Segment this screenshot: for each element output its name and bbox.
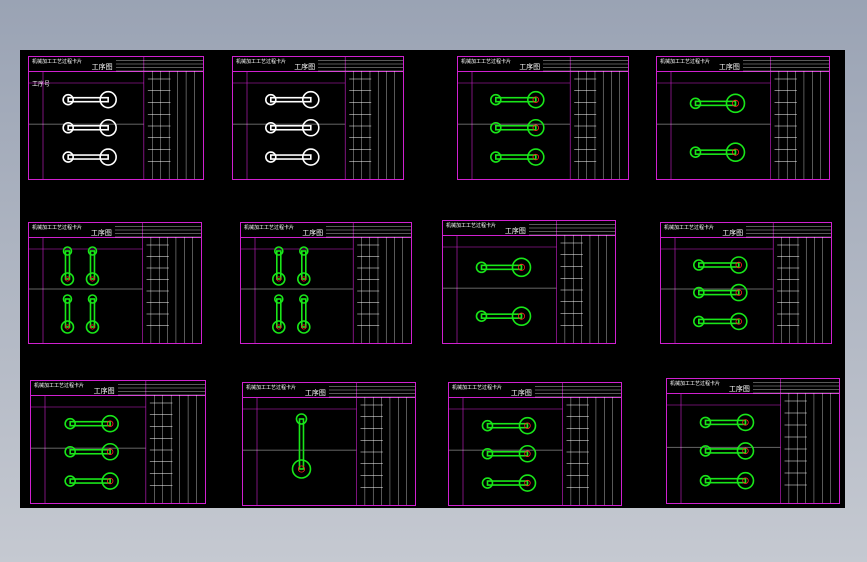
- connecting-rod-part: [62, 90, 117, 109]
- connecting-rod-part: [85, 294, 100, 334]
- drawing-sheet-3[interactable]: 机械加工工艺过程卡片 工序图: [457, 56, 629, 180]
- drawing-sheet-2[interactable]: 机械加工工艺过程卡片 工序图: [232, 56, 404, 180]
- sheet-linework: [29, 223, 201, 343]
- connecting-rod-part: [481, 416, 537, 435]
- connecting-rod-part: [62, 148, 117, 166]
- drawing-sheet-1[interactable]: 机械加工工艺过程卡片 工序图 工序号: [28, 56, 204, 180]
- connecting-rod-part: [60, 246, 75, 286]
- connecting-rod-part: [689, 142, 746, 162]
- connecting-rod-part: [489, 118, 545, 137]
- connecting-rod-part: [264, 90, 320, 109]
- sheet-linework: [458, 57, 628, 179]
- connecting-rod-part: [62, 118, 117, 137]
- connecting-rod-part: [85, 246, 100, 286]
- connecting-rod-part: [296, 294, 311, 334]
- connecting-rod-part: [64, 442, 119, 461]
- connecting-rod-part: [291, 413, 312, 479]
- connecting-rod-part: [475, 257, 532, 278]
- cad-viewport[interactable]: 机械加工工艺过程卡片 工序图 工序号 机械加工工艺过程卡片 工序图 机械加工工艺…: [20, 50, 845, 508]
- sheet-linework: [243, 383, 415, 505]
- connecting-rod-part: [296, 246, 311, 286]
- connecting-rod-part: [264, 148, 320, 166]
- sheet-linework: [29, 57, 203, 179]
- connecting-rod-part: [692, 312, 748, 331]
- connecting-rod-part: [489, 90, 545, 109]
- drawing-sheet-8[interactable]: 机械加工工艺过程卡片 工序图: [660, 222, 832, 344]
- drawing-sheet-9[interactable]: 机械加工工艺过程卡片 工序图: [30, 380, 206, 504]
- connecting-rod-part: [64, 472, 119, 490]
- sheet-linework: [443, 221, 615, 343]
- connecting-rod-part: [699, 442, 755, 460]
- sheet-linework: [233, 57, 403, 179]
- connecting-rod-part: [699, 471, 755, 490]
- connecting-rod-part: [481, 474, 537, 492]
- sheet-linework: [667, 379, 839, 503]
- connecting-rod-part: [481, 444, 537, 463]
- connecting-rod-part: [489, 148, 545, 166]
- drawing-sheet-10[interactable]: 机械加工工艺过程卡片 工序图: [242, 382, 416, 506]
- drawing-sheet-5[interactable]: 机械加工工艺过程卡片 工序图: [28, 222, 202, 344]
- connecting-rod-part: [699, 413, 755, 432]
- connecting-rod-part: [271, 246, 286, 286]
- sheet-linework: [241, 223, 411, 343]
- connecting-rod-part: [64, 414, 119, 433]
- drawing-sheet-11[interactable]: 机械加工工艺过程卡片 工序图: [448, 382, 622, 506]
- drawing-sheet-4[interactable]: 机械加工工艺过程卡片 工序图: [656, 56, 830, 180]
- connecting-rod-part: [475, 306, 532, 326]
- sheet-linework: [661, 223, 831, 343]
- drawing-sheet-12[interactable]: 机械加工工艺过程卡片 工序图: [666, 378, 840, 504]
- sheet-linework: [31, 381, 205, 503]
- connecting-rod-part: [689, 93, 746, 114]
- drawing-sheet-7[interactable]: 机械加工工艺过程卡片 工序图: [442, 220, 616, 344]
- connecting-rod-part: [692, 283, 748, 302]
- sheet-linework: [449, 383, 621, 505]
- connecting-rod-part: [271, 294, 286, 334]
- connecting-rod-part: [60, 294, 75, 334]
- connecting-rod-part: [264, 118, 320, 137]
- sheet-linework: [657, 57, 829, 179]
- connecting-rod-part: [692, 256, 748, 274]
- drawing-sheet-6[interactable]: 机械加工工艺过程卡片 工序图: [240, 222, 412, 344]
